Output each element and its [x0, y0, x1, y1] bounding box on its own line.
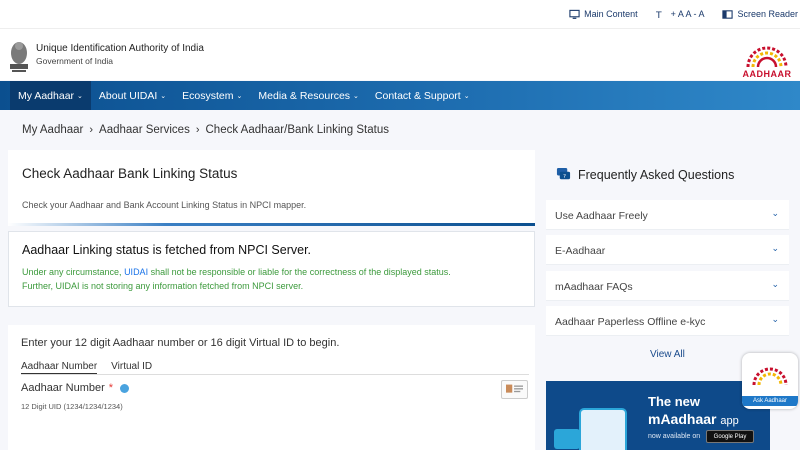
notice-text-post: shall not be responsible or liable for t…	[150, 267, 451, 277]
phone-icon	[579, 408, 627, 450]
breadcrumb-current: Check Aadhaar/Bank Linking Status	[205, 124, 389, 136]
promo-available: now available on	[648, 433, 701, 440]
faq-item-label: E-Aadhaar	[555, 245, 606, 257]
notice-text-pre: Under any circumstance,	[22, 267, 122, 277]
nav-label: Ecosystem	[182, 89, 234, 102]
nav-contact-support[interactable]: Contact & Support ⌄	[367, 81, 478, 110]
chevron-down-icon: ⌄	[771, 279, 779, 289]
notice-message: Under any circumstance, UIDAI shall not …	[22, 265, 522, 293]
nav-ecosystem[interactable]: Ecosystem ⌄	[174, 81, 250, 110]
info-icon[interactable]	[120, 383, 130, 393]
text-size-label: + A A - A	[670, 9, 705, 19]
chevron-down-icon: ⌄	[236, 92, 243, 100]
required-mark: *	[108, 382, 114, 394]
page-title: Check Aadhaar Bank Linking Status	[22, 166, 238, 181]
promo-app-suffix: app	[720, 415, 739, 427]
faq-item[interactable]: mAadhaar FAQs ⌄	[546, 271, 789, 301]
faq-item-label: Use Aadhaar Freely	[555, 210, 648, 222]
maadhaar-promo-banner[interactable]: The new mAadhaar app now available on Go…	[546, 381, 770, 450]
screen-reader-icon	[722, 9, 734, 19]
chevron-down-icon: ⌄	[77, 92, 83, 100]
faq-chat-icon: ?	[556, 167, 571, 180]
nav-about-uidai[interactable]: About UIDAI ⌄	[91, 81, 174, 110]
text-size-icon: T	[656, 10, 662, 20]
text-size-controls[interactable]: T + A A - A	[656, 9, 705, 20]
gov-label: Government of India	[36, 56, 114, 66]
breadcrumb-my-aadhaar[interactable]: My Aadhaar	[22, 124, 83, 136]
aadhaar-logo-text: AADHAAR	[742, 69, 792, 79]
notice-card: Aadhaar Linking status is fetched from N…	[8, 231, 535, 307]
nav-label: About UIDAI	[98, 89, 158, 102]
page-subtitle: Check your Aadhaar and Bank Account Link…	[22, 200, 307, 210]
accent-divider	[8, 223, 535, 226]
screen-reader-label: Screen Reader	[737, 9, 798, 19]
nav-label: Media & Resources	[258, 89, 351, 102]
faq-item-label: mAadhaar FAQs	[555, 281, 633, 293]
chevron-right-icon: ›	[195, 124, 200, 136]
promo-app-name: mAadhaar app	[648, 411, 739, 427]
chevron-down-icon: ⌄	[771, 208, 779, 218]
id-type-tabs: Aadhaar Number Virtual ID	[21, 361, 529, 375]
faq-title: Frequently Asked Questions	[578, 167, 735, 182]
nav-my-aadhaar[interactable]: My Aadhaar ⌄	[10, 81, 91, 110]
ask-aadhaar-label: Ask Aadhaar	[742, 396, 798, 406]
tab-virtual-id[interactable]: Virtual ID	[111, 361, 152, 374]
breadcrumb: My Aadhaar › Aadhaar Services › Check Aa…	[22, 124, 389, 136]
svg-text:?: ?	[563, 174, 566, 180]
tab-aadhaar-number[interactable]: Aadhaar Number	[21, 361, 98, 374]
form-prompt: Enter your 12 digit Aadhaar number or 16…	[21, 337, 340, 349]
aadhaar-sun-icon	[752, 367, 788, 386]
national-emblem-icon	[10, 42, 28, 72]
ask-aadhaar-chatbot[interactable]: Ask Aadhaar	[742, 353, 798, 409]
nav-label: Contact & Support	[374, 89, 461, 102]
site-header: Unique Identification Authority of India…	[0, 28, 800, 80]
faq-header: ? Frequently Asked Questions	[556, 167, 734, 182]
faq-item-label: Aadhaar Paperless Offline e-kyc	[555, 316, 706, 328]
lookup-form-card: Enter your 12 digit Aadhaar number or 16…	[8, 325, 535, 450]
notice-uidai: UIDAI	[124, 267, 149, 277]
nav-media-resources[interactable]: Media & Resources ⌄	[250, 81, 367, 110]
aadhaar-number-field[interactable]: Aadhaar Number *	[21, 382, 130, 394]
chevron-down-icon: ⌄	[771, 243, 779, 253]
chevron-down-icon: ⌄	[463, 92, 470, 100]
promo-app-title: mAadhaar	[648, 411, 717, 427]
promo-decoration	[554, 429, 580, 449]
field-hint: 12 Digit UID (1234/1234/1234)	[21, 402, 123, 411]
faq-item[interactable]: Use Aadhaar Freely ⌄	[546, 200, 789, 230]
utility-bar: Main Content T + A A - A Screen Reader	[0, 0, 800, 28]
faq-item[interactable]: E-Aadhaar ⌄	[546, 235, 789, 265]
breadcrumb-aadhaar-services[interactable]: Aadhaar Services	[99, 124, 190, 136]
title-card: Check Aadhaar Bank Linking Status Check …	[8, 150, 535, 226]
org-name: Unique Identification Authority of India	[36, 43, 204, 54]
main-content-label: Main Content	[584, 9, 638, 19]
main-content-link[interactable]: Main Content	[569, 9, 638, 20]
notice-title: Aadhaar Linking status is fetched from N…	[22, 243, 312, 257]
main-nav: My Aadhaar ⌄ About UIDAI ⌄ Ecosystem ⌄ Medi…	[0, 81, 800, 110]
aadhaar-sun-icon	[746, 46, 788, 68]
google-play-badge[interactable]: Google Play	[706, 430, 754, 443]
nav-label: My Aadhaar	[18, 89, 75, 102]
aadhaar-logo[interactable]: AADHAAR	[738, 35, 796, 79]
chevron-right-icon: ›	[89, 124, 94, 136]
view-all-link[interactable]: View All	[650, 349, 685, 360]
monitor-icon	[569, 9, 580, 19]
chevron-down-icon: ⌄	[771, 314, 779, 324]
faq-item[interactable]: Aadhaar Paperless Offline e-kyc ⌄	[546, 306, 789, 336]
svg-text:T: T	[656, 10, 662, 20]
chevron-down-icon: ⌄	[353, 92, 359, 100]
promo-line1: The new	[648, 394, 701, 409]
id-card-icon	[501, 380, 528, 399]
field-label: Aadhaar Number	[21, 382, 105, 394]
screen-reader-link[interactable]: Screen Reader	[722, 9, 798, 20]
notice-text-line2: Further, UIDAI is not storing any inform…	[22, 281, 304, 291]
chevron-down-icon: ⌄	[160, 92, 167, 100]
